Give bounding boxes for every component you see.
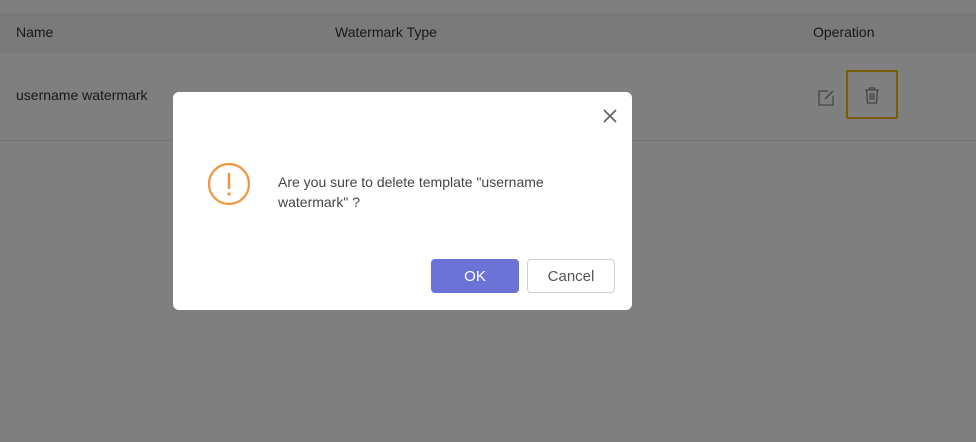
cancel-button[interactable]: Cancel (527, 259, 615, 293)
confirm-message: Are you sure to delete template "usernam… (278, 174, 544, 210)
close-button[interactable] (599, 105, 621, 127)
exclamation-circle-icon (207, 162, 251, 206)
watermark-templates-page: Name Watermark Type Operation username w… (0, 0, 976, 442)
ok-button[interactable]: OK (431, 259, 519, 293)
delete-confirm-dialog: Are you sure to delete template "usernam… (173, 92, 632, 310)
close-icon (603, 109, 617, 123)
